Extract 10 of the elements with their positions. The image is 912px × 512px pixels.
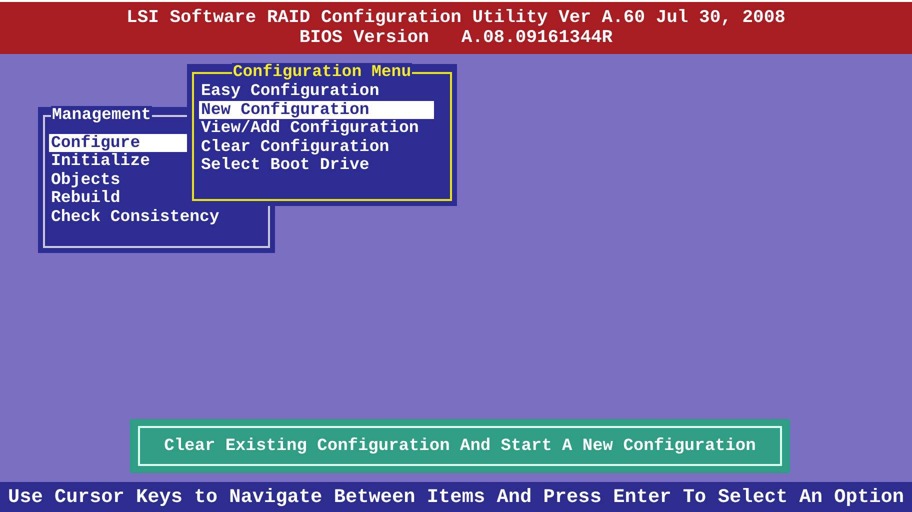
menu-item[interactable]: Check Consistency <box>49 208 264 226</box>
menu-title: Management <box>51 106 152 124</box>
status-text: Use Cursor Keys to Navigate Between Items And Press Enter To Select An Option <box>8 486 904 508</box>
bios-version: BIOS Version A.08.09161344R <box>299 28 613 48</box>
menu-title: Configuration Menu <box>232 63 412 81</box>
menu-item[interactable]: New Configuration <box>199 100 434 120</box>
menu-item[interactable]: Select Boot Drive <box>199 156 434 175</box>
menu-item[interactable]: Easy Configuration <box>199 82 434 101</box>
help-text: Clear Existing Configuration And Start A New Configuration <box>138 426 782 466</box>
utility-title: LSI Software RAID Configuration Utility Ver A.60 Jul 30, 2008 <box>126 8 786 28</box>
